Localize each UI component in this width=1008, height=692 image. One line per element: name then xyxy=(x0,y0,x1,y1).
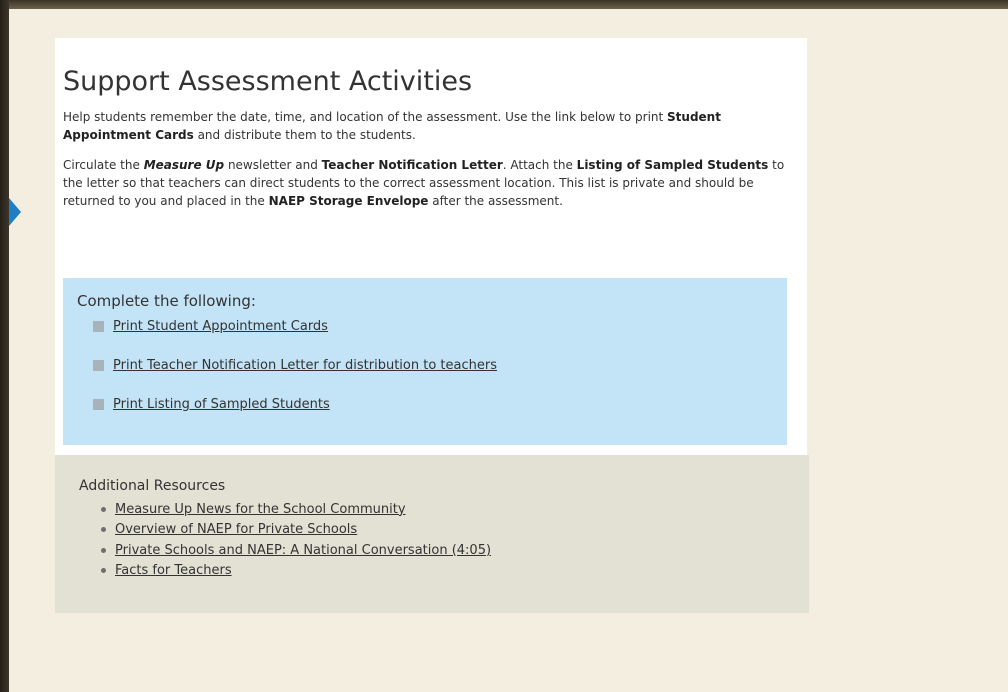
list-item: Measure Up News for the School Community xyxy=(101,499,491,520)
square-bullet-icon xyxy=(93,360,104,371)
task-item: Print Listing of Sampled Students xyxy=(93,397,330,412)
paragraph-run: Listing of Sampled Students xyxy=(576,158,769,172)
list-item: Overview of NAEP for Private Schools xyxy=(101,520,491,541)
task-item: Print Student Appointment Cards xyxy=(93,319,328,334)
square-bullet-icon xyxy=(93,399,104,410)
print-appointment-cards-link[interactable]: Print Student Appointment Cards xyxy=(113,319,328,334)
list-item: Private Schools and NAEP: A National Con… xyxy=(101,540,491,561)
bullet-dot-icon xyxy=(101,527,106,533)
paragraph-run: NAEP Storage Envelope xyxy=(268,194,429,208)
tasks-heading: Complete the following: xyxy=(77,292,256,310)
print-teacher-letter-link[interactable]: Print Teacher Notification Letter for di… xyxy=(113,358,497,373)
paragraph-run: Circulate the xyxy=(63,158,144,172)
additional-resources-panel: Additional Resources Measure Up News for… xyxy=(55,455,809,613)
resources-heading: Additional Resources xyxy=(79,478,226,494)
window-frame-left xyxy=(0,0,9,692)
paragraph-run: Help students remember the date, time, a… xyxy=(63,110,668,124)
bullet-dot-icon xyxy=(101,547,106,553)
measure-up-news-link[interactable]: Measure Up News for the School Community xyxy=(115,502,406,517)
bullet-dot-icon xyxy=(101,568,106,574)
national-conversation-video-link[interactable]: Private Schools and NAEP: A National Con… xyxy=(115,543,491,558)
bullet-dot-icon xyxy=(101,506,106,512)
content-card: Support Assessment Activities Help stude… xyxy=(55,38,807,455)
paragraph-run: Teacher Notification Letter xyxy=(321,158,503,172)
facts-for-teachers-link[interactable]: Facts for Teachers xyxy=(115,563,232,578)
window-frame-top xyxy=(0,0,1008,9)
naep-overview-link[interactable]: Overview of NAEP for Private Schools xyxy=(115,522,357,537)
square-bullet-icon xyxy=(93,321,104,332)
paragraph-run: after the assessment. xyxy=(428,194,563,208)
paragraph-run: newsletter and xyxy=(224,158,322,172)
expand-arrow-icon[interactable] xyxy=(9,198,21,226)
paragraph-run: . Attach the xyxy=(502,158,577,172)
tasks-panel: Complete the following: Print Student Ap… xyxy=(63,278,787,445)
task-item: Print Teacher Notification Letter for di… xyxy=(93,358,497,373)
page-title: Support Assessment Activities xyxy=(63,66,473,97)
list-item: Facts for Teachers xyxy=(101,561,491,582)
paragraph-run: and distribute them to the students. xyxy=(193,128,416,142)
resources-list: Measure Up News for the School Community… xyxy=(101,499,491,581)
print-sampled-students-link[interactable]: Print Listing of Sampled Students xyxy=(113,397,330,412)
intro-paragraph: Help students remember the date, time, a… xyxy=(63,108,793,144)
paragraph-run: Measure Up xyxy=(143,158,225,172)
instructions-paragraph: Circulate the Measure Up newsletter and … xyxy=(63,156,793,210)
